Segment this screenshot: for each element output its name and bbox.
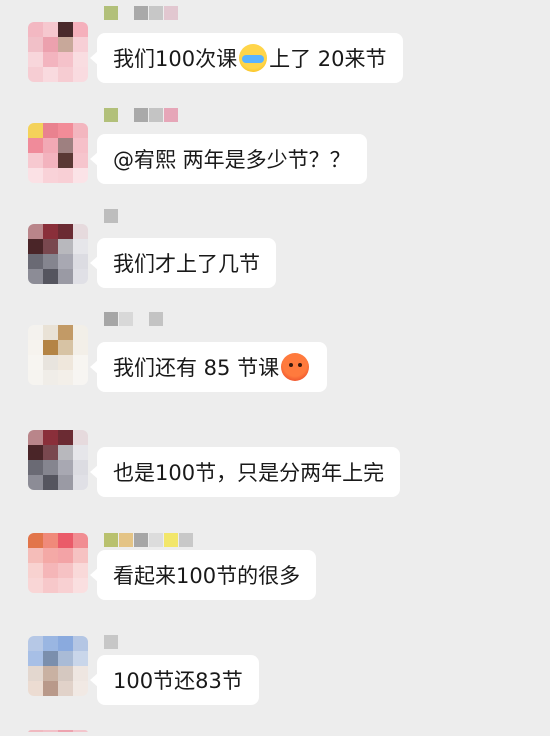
angry-face-emoji (281, 353, 310, 381)
sender-name (104, 312, 163, 326)
sender-name (104, 209, 118, 223)
message-text: 我们还有 85 节课 (113, 356, 280, 380)
message-text: 上了 20来节 (269, 47, 387, 71)
crying-face-emoji (239, 44, 268, 72)
message-text: 看起来100节的很多 (113, 564, 301, 588)
avatar[interactable] (28, 224, 88, 284)
avatar[interactable] (28, 430, 88, 490)
sender-name (104, 6, 178, 20)
sender-name (104, 533, 193, 547)
chat-message-list: 我们100次课 上了 20来节 @宥熙 两年是多少节？？ 我们才上了几节 我们还… (0, 0, 550, 736)
message-bubble[interactable]: 100节还83节 (90, 655, 259, 705)
message-bubble[interactable]: 我们100次课 上了 20来节 (90, 33, 403, 83)
message-text: 100节还83节 (113, 669, 243, 693)
avatar[interactable] (28, 636, 88, 696)
message-bubble[interactable]: 我们还有 85 节课 (89, 342, 328, 392)
message-bubble[interactable]: @宥熙 两年是多少节？？ (90, 134, 367, 184)
sender-name (104, 635, 118, 649)
avatar[interactable] (28, 730, 88, 736)
avatar[interactable] (28, 325, 88, 385)
message-text: 也是100节，只是分两年上完 (113, 461, 385, 485)
message-bubble[interactable]: 看起来100节的很多 (89, 550, 317, 600)
message-text: @宥熙 两年是多少节？？ (113, 148, 351, 172)
sender-name (104, 108, 178, 122)
message-bubble[interactable]: 也是100节，只是分两年上完 (89, 447, 401, 497)
avatar[interactable] (28, 22, 88, 82)
avatar[interactable] (28, 533, 88, 593)
message-bubble[interactable]: 我们才上了几节 (90, 238, 276, 288)
avatar[interactable] (28, 123, 88, 183)
message-text: 我们100次课 (113, 47, 238, 71)
message-text: 我们才上了几节 (113, 252, 260, 276)
